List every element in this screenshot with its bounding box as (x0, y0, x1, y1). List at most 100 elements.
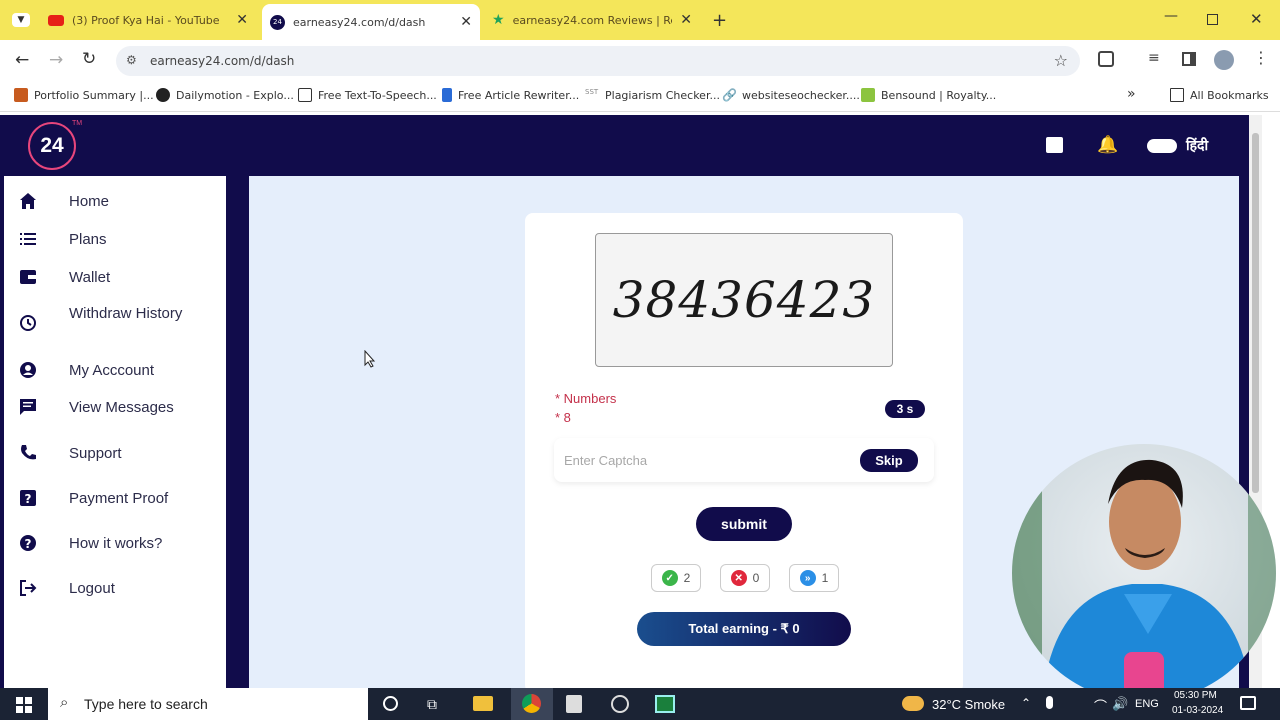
restore-icon[interactable] (1207, 14, 1218, 25)
bookmark-item[interactable]: Bensound | Royalty... (861, 88, 996, 102)
search-icon: ⌕ (60, 694, 69, 711)
sidebar-item-wallet[interactable]: Wallet (4, 268, 226, 290)
sidebar-item-support[interactable]: Support (4, 444, 226, 466)
countdown-timer: 3 s (885, 400, 925, 418)
youtube-icon (48, 14, 64, 26)
bookmark-favicon-icon (442, 88, 452, 102)
bookmarks-bar: Portfolio Summary |... Dailymotion - Exp… (0, 80, 1280, 112)
captcha-rule-length: * 8 (555, 410, 571, 425)
svg-text:?: ? (25, 492, 32, 506)
language-label: हिंदी (1186, 138, 1209, 154)
minimize-icon[interactable]: — (1164, 8, 1178, 24)
svg-text:?: ? (25, 537, 32, 551)
volume-icon[interactable]: 🔊 (1112, 696, 1128, 712)
presenter-figure (1012, 444, 1276, 702)
sidebar-item-my-account[interactable]: My Acccount (4, 361, 226, 383)
app-taskbar-icon[interactable] (655, 695, 675, 713)
more-bookmarks-icon[interactable]: » (1127, 86, 1136, 102)
extensions-icon[interactable] (1098, 51, 1114, 67)
tab-youtube[interactable]: (3) Proof Kya Hai - YouTube ✕ (40, 6, 256, 34)
captcha-input[interactable] (564, 448, 844, 472)
sidebar-item-withdraw-history[interactable]: Withdraw History (4, 304, 226, 346)
tab-title: earneasy24.com/d/dash (293, 15, 426, 29)
cortana-icon[interactable] (383, 696, 398, 711)
link-icon: 🔗 (722, 88, 737, 102)
bookmark-item[interactable]: Dailymotion - Explo... (156, 88, 294, 102)
wrong-count-badge: ✕ 0 (720, 564, 770, 592)
bookmark-item[interactable]: SST Plagiarism Checker... (585, 88, 720, 102)
bell-icon[interactable]: 🔔 (1097, 135, 1118, 155)
profile-avatar[interactable] (1214, 50, 1234, 70)
cross-icon: ✕ (730, 570, 747, 586)
media-control-icon[interactable]: ≡ (1148, 50, 1160, 66)
clock-date[interactable]: 01-03-2024 (1172, 705, 1223, 716)
close-tab-icon[interactable]: ✕ (680, 12, 692, 28)
notification-icon[interactable] (1240, 696, 1256, 710)
bookmark-star-icon[interactable]: ☆ (1054, 51, 1068, 70)
all-bookmarks[interactable]: All Bookmarks (1170, 88, 1269, 102)
tray-chevron-icon[interactable]: ⌃ (1021, 696, 1031, 710)
weather-icon (902, 696, 924, 711)
new-tab-icon[interactable]: + (712, 10, 727, 31)
scrollbar-thumb[interactable] (1252, 133, 1259, 493)
trustpilot-star-icon: ★ (492, 12, 505, 28)
tab-earneasy-reviews[interactable]: ★ earneasy24.com Reviews | Read ✕ (484, 6, 700, 34)
tab-title: earneasy24.com Reviews | Read (512, 13, 673, 27)
side-panel-icon[interactable] (1182, 52, 1196, 66)
phone-icon (21, 445, 36, 460)
close-tab-icon[interactable]: ✕ (460, 14, 472, 30)
tab-earneasy-dash[interactable]: 24 earneasy24.com/d/dash ✕ (262, 4, 480, 40)
submit-button[interactable]: submit (696, 507, 792, 541)
address-bar[interactable]: ⚙ earneasy24.com/d/dash ☆ (116, 46, 1080, 76)
sidebar-item-plans[interactable]: Plans (4, 230, 226, 252)
skipped-count-badge: » 1 (789, 564, 839, 592)
screen-recorder-icon[interactable] (611, 695, 629, 713)
help-icon: ? (20, 535, 36, 551)
task-view-icon[interactable]: ⧉ (427, 696, 437, 713)
clock-time[interactable]: 05:30 PM (1174, 690, 1217, 701)
close-tab-icon[interactable]: ✕ (236, 12, 248, 28)
file-explorer-icon[interactable] (473, 696, 493, 711)
tab-search-chevron-icon[interactable]: ▼ (12, 13, 30, 27)
check-icon: ✓ (661, 570, 678, 586)
network-icon[interactable]: ⌒ (1094, 696, 1107, 715)
taskbar-search-input[interactable]: ⌕ Type here to search (48, 688, 368, 720)
forward-icon[interactable]: → (49, 50, 63, 70)
url-text: earneasy24.com/d/dash (150, 54, 295, 68)
sidebar-item-home[interactable]: Home (4, 192, 226, 214)
logo-trademark: TM (72, 120, 83, 127)
bookmark-item[interactable]: Free Text-To-Speech... (298, 88, 437, 102)
bookmark-item[interactable]: 🔗 websiteseochecker.... (722, 88, 860, 102)
wallet-header-icon[interactable] (1046, 137, 1063, 153)
site-settings-icon[interactable]: ⚙ (126, 53, 137, 67)
close-window-icon[interactable]: ✕ (1250, 10, 1263, 28)
weather-text[interactable]: 32°C Smoke (932, 697, 1005, 712)
sidebar-item-logout[interactable]: Logout (4, 579, 226, 601)
history-icon (20, 315, 36, 331)
sidebar-item-view-messages[interactable]: View Messages (4, 398, 226, 420)
bookmark-item[interactable]: Free Article Rewriter... (442, 88, 579, 102)
browser-menu-icon[interactable]: ⋮ (1253, 48, 1269, 67)
input-language[interactable]: ENG (1135, 698, 1159, 710)
windows-start-icon[interactable] (16, 697, 32, 713)
double-chevron-icon: » (799, 570, 816, 586)
back-icon[interactable]: ← (15, 50, 29, 70)
total-earning-button[interactable]: Total earning - ₹ 0 (637, 612, 851, 646)
account-icon (20, 362, 36, 378)
captcha-card: 38436423 * Numbers * 8 3 s Skip submit ✓… (525, 213, 963, 688)
sidebar-item-payment-proof[interactable]: ? Payment Proof (4, 489, 226, 511)
reload-icon[interactable]: ↻ (82, 49, 96, 69)
language-toggle[interactable] (1147, 139, 1177, 153)
microphone-icon[interactable] (1046, 696, 1053, 709)
site-logo[interactable]: 24 (28, 122, 76, 170)
presenter-webcam-overlay (1012, 444, 1276, 702)
question-box-icon: ? (20, 490, 36, 506)
calculator-icon[interactable] (566, 695, 582, 713)
captcha-image: 38436423 (595, 233, 893, 367)
chrome-logo-icon (522, 694, 541, 713)
sidebar-item-how-it-works[interactable]: ? How it works? (4, 534, 226, 556)
skip-button[interactable]: Skip (860, 449, 918, 472)
correct-count-badge: ✓ 2 (651, 564, 701, 592)
bensound-icon (861, 88, 875, 102)
bookmark-item[interactable]: Portfolio Summary |... (14, 88, 154, 102)
